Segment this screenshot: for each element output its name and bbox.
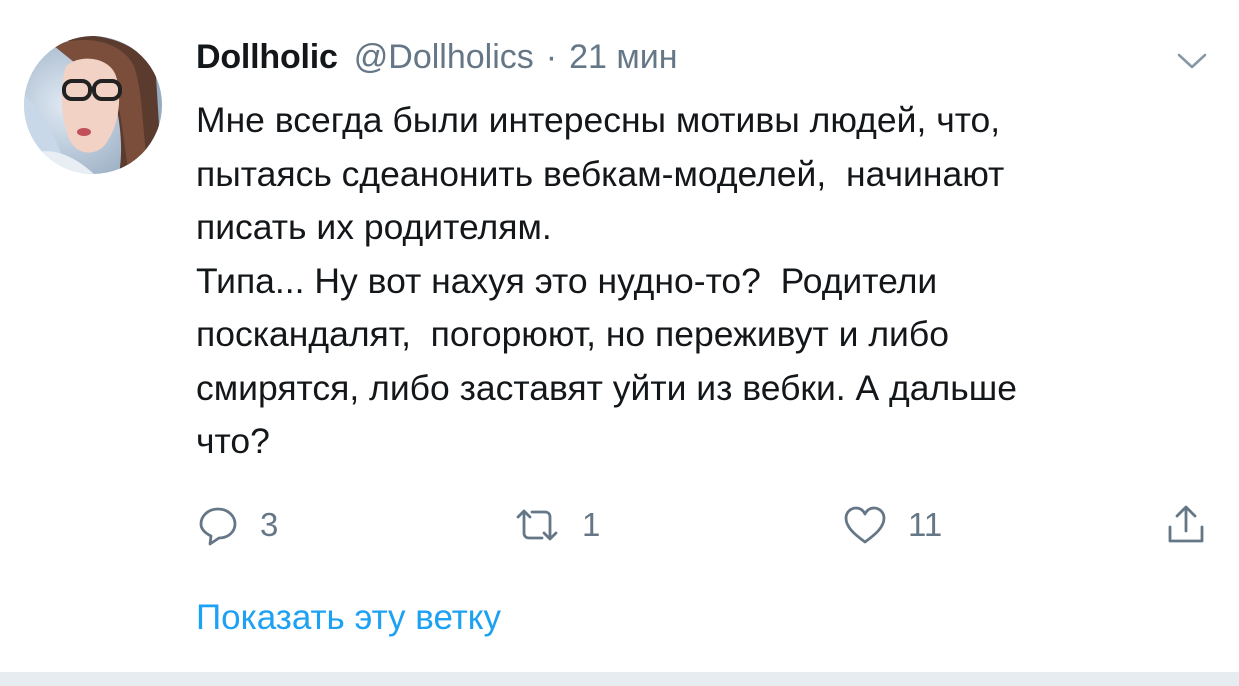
display-name[interactable]: Dollholic xyxy=(196,38,338,77)
share-button[interactable] xyxy=(1164,500,1208,550)
tweet-actions: 3 1 11 xyxy=(196,500,1216,550)
avatar[interactable] xyxy=(24,36,162,174)
heart-icon xyxy=(842,503,888,547)
tweet-header: Dollholic @Dollholics · 21 мин xyxy=(196,38,678,86)
tweet-text-line: смирятся, либо заставят уйти из вебки. А… xyxy=(196,367,1017,408)
timestamp[interactable]: 21 мин xyxy=(569,38,677,77)
show-thread-link[interactable]: Показать эту ветку xyxy=(196,598,501,638)
tweet-text-line: поскандалят, погорюют, но переживут и ли… xyxy=(196,314,949,354)
tweet-text-line: что? xyxy=(196,421,270,461)
retweet-icon xyxy=(512,503,562,547)
separator-dot: · xyxy=(545,38,558,76)
tweet-text-line: пытаясь сдеанонить вебкам-моделей, начин… xyxy=(196,153,1005,194)
user-handle[interactable]: @Dollholics xyxy=(354,38,534,77)
reply-button[interactable]: 3 xyxy=(196,500,278,550)
reply-icon xyxy=(196,503,240,547)
reply-count: 3 xyxy=(260,506,279,543)
like-count: 11 xyxy=(908,506,943,543)
retweet-count: 1 xyxy=(582,506,601,543)
divider xyxy=(0,672,1239,686)
chevron-down-icon[interactable] xyxy=(1175,50,1209,72)
tweet-text-line: Мне всегда были интересны мотивы людей, … xyxy=(196,100,1001,140)
tweet-card[interactable]: Dollholic @Dollholics · 21 мин Мне всегд… xyxy=(0,0,1239,672)
tweet-text: Мне всегда были интересны мотивы людей, … xyxy=(196,94,1216,469)
like-button[interactable]: 11 xyxy=(842,500,942,550)
retweet-button[interactable]: 1 xyxy=(512,500,600,550)
share-icon xyxy=(1164,503,1208,547)
tweet-text-line: Типа... Ну вот нахуя это нудно-то? Родит… xyxy=(196,260,938,301)
tweet-text-line: писать их родителям. xyxy=(196,207,552,247)
